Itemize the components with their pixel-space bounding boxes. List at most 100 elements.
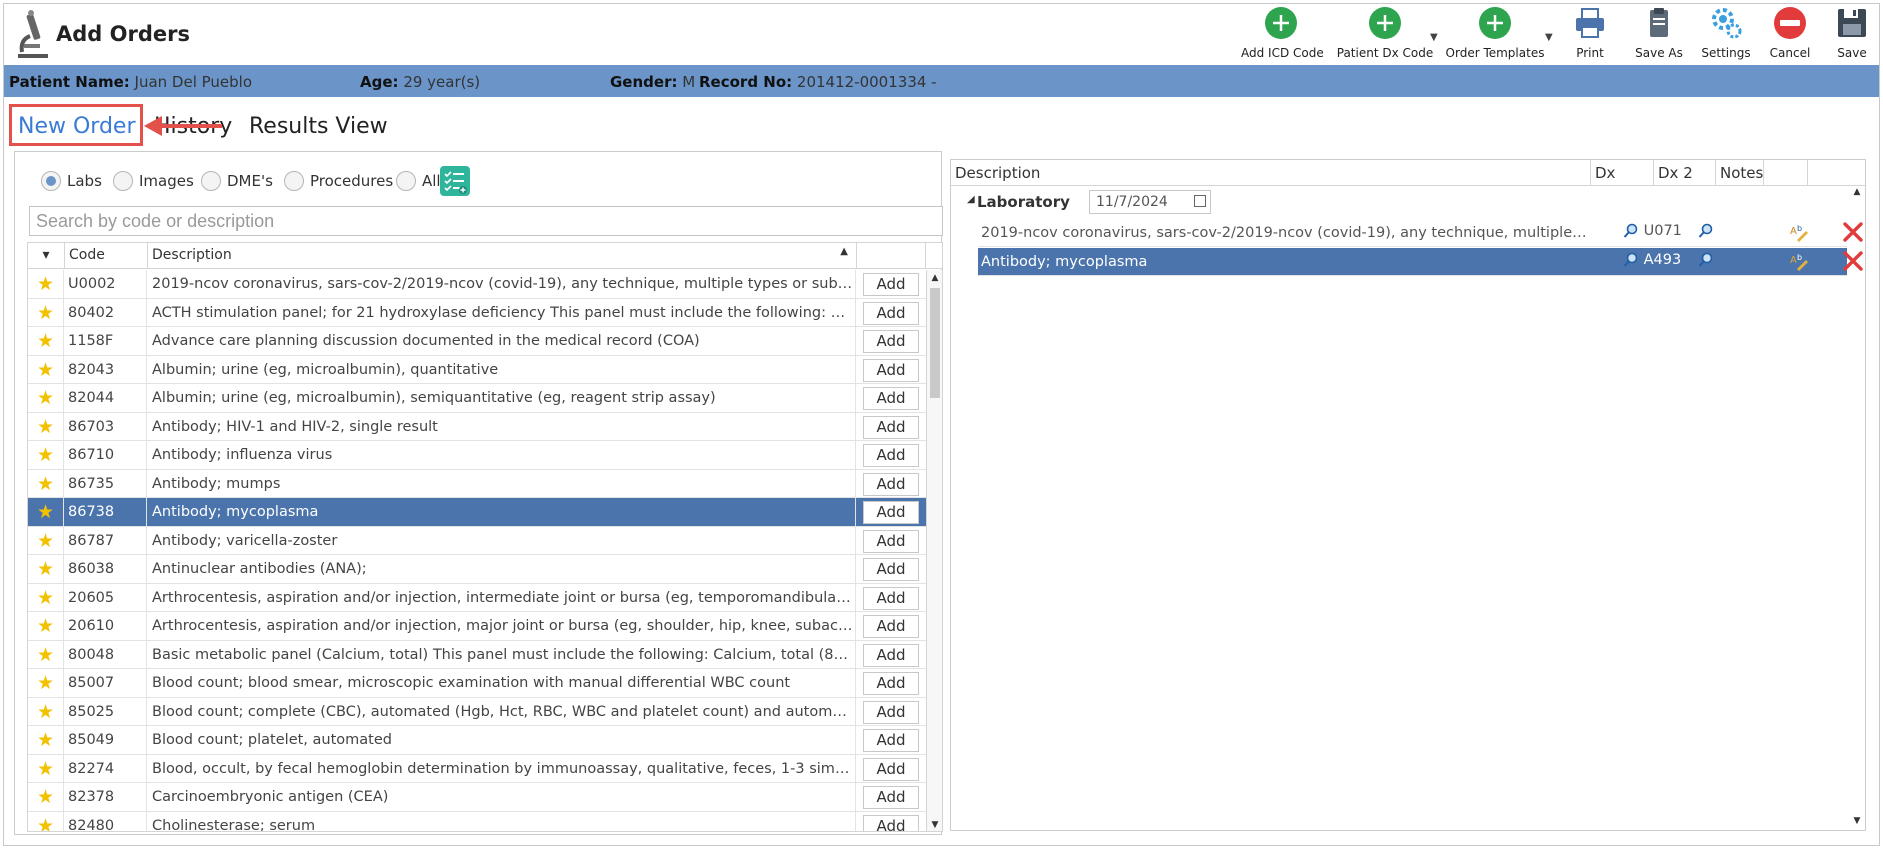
- favorite-star-icon[interactable]: ★: [28, 726, 64, 754]
- laboratory-group-row[interactable]: ◢ Laboratory 11/7/2024: [951, 187, 1847, 217]
- add-button[interactable]: Add: [863, 729, 919, 752]
- grid-scrollbar[interactable]: ▲ ▼: [926, 270, 942, 831]
- save-as-button[interactable]: Save As: [1629, 4, 1689, 60]
- scroll-up-icon[interactable]: ▲: [927, 270, 942, 286]
- favorite-star-icon[interactable]: ★: [28, 783, 64, 811]
- favorite-star-icon[interactable]: ★: [28, 298, 64, 326]
- patient-dx-dropdown-caret[interactable]: ▼: [1430, 32, 1438, 43]
- table-row[interactable]: ★ 85007 Blood count; blood smear, microsco…: [28, 669, 926, 698]
- filter-dmes-radio[interactable]: DME's: [201, 171, 273, 191]
- table-row[interactable]: ★ 80048 Basic metabolic panel (Calcium, to…: [28, 640, 926, 669]
- notes-button[interactable]: Ab: [1788, 250, 1810, 276]
- favorite-star-icon[interactable]: ★: [28, 412, 64, 440]
- add-button[interactable]: Add: [863, 472, 919, 496]
- add-button[interactable]: Add: [863, 558, 919, 581]
- dx-lookup[interactable]: U071: [1623, 223, 1682, 239]
- scroll-down-icon[interactable]: ▼: [927, 817, 942, 831]
- favorite-star-icon[interactable]: ★: [28, 612, 64, 640]
- add-button[interactable]: Add: [863, 358, 919, 382]
- table-row[interactable]: ★ 86787 Antibody; varicella-zoster Add: [28, 526, 926, 555]
- scroll-thumb[interactable]: [930, 288, 940, 398]
- favorite-star-icon[interactable]: ★: [28, 441, 64, 469]
- cancel-button[interactable]: Cancel: [1764, 4, 1816, 60]
- table-row[interactable]: ★ U0002 2019-ncov coronavirus, sars-cov-2/…: [28, 270, 926, 299]
- favorite-star-icon[interactable]: ★: [28, 355, 64, 383]
- orders-scrollbar[interactable]: ▲ ▼: [1849, 187, 1865, 830]
- favorite-star-icon[interactable]: ★: [28, 754, 64, 782]
- table-row[interactable]: ★ 82378 Carcinoembryonic antigen (CEA) Add: [28, 783, 926, 812]
- table-row[interactable]: ★ 82274 Blood, occult, by fecal hemoglobin…: [28, 754, 926, 783]
- favorite-star-icon[interactable]: ★: [28, 555, 64, 583]
- add-button[interactable]: Add: [863, 273, 919, 296]
- sort-dropdown-icon[interactable]: ▾: [28, 243, 65, 269]
- dx2-lookup[interactable]: [1698, 252, 1714, 272]
- table-row[interactable]: ★ 85049 Blood count; platelet, automated Ad…: [28, 726, 926, 755]
- table-row[interactable]: ★ 20610 Arthrocentesis, aspiration and/or …: [28, 612, 926, 641]
- order-item-row[interactable]: 2019-ncov coronavirus, sars-cov-2/2019-n…: [978, 219, 1863, 247]
- order-date-picker[interactable]: 11/7/2024: [1089, 190, 1211, 214]
- favorite-star-icon[interactable]: ★: [28, 327, 64, 355]
- favorite-star-icon[interactable]: ★: [28, 498, 64, 526]
- favorite-star-icon[interactable]: ★: [28, 669, 64, 697]
- table-row[interactable]: ★ 82480 Cholinesterase; serum Add: [28, 811, 926, 831]
- order-item-row-selected[interactable]: Antibody; mycoplasma A493 Ab: [978, 248, 1863, 276]
- add-button[interactable]: Add: [863, 672, 919, 695]
- filter-all-radio[interactable]: All: [396, 171, 441, 191]
- scroll-down-icon[interactable]: ▼: [1849, 816, 1865, 830]
- collapse-caret-icon[interactable]: ◢: [967, 194, 975, 205]
- save-button[interactable]: Save: [1830, 4, 1874, 60]
- add-button[interactable]: Add: [863, 757, 919, 781]
- favorite-star-icon[interactable]: ★: [28, 384, 64, 412]
- table-row[interactable]: ★ 1158F Advance care planning discussion d…: [28, 327, 926, 356]
- add-button[interactable]: Add: [863, 615, 919, 638]
- column-header-dx2[interactable]: Dx 2: [1654, 160, 1716, 186]
- checklist-add-button[interactable]: [440, 166, 470, 196]
- favorite-star-icon[interactable]: ★: [28, 811, 64, 831]
- dx2-lookup[interactable]: [1698, 223, 1714, 243]
- favorite-star-icon[interactable]: ★: [28, 270, 64, 298]
- tab-results-view[interactable]: Results View: [249, 114, 388, 139]
- add-button[interactable]: Add: [863, 586, 919, 610]
- add-button[interactable]: Add: [863, 444, 919, 467]
- column-header-dx[interactable]: Dx: [1591, 160, 1654, 186]
- search-input[interactable]: [29, 206, 943, 236]
- add-button[interactable]: Add: [863, 301, 919, 325]
- calendar-icon[interactable]: [1194, 195, 1206, 207]
- table-row[interactable]: ★ 82044 Albumin; urine (eg, microalbumin),…: [28, 384, 926, 413]
- patient-dx-code-button[interactable]: Patient Dx Code: [1335, 4, 1435, 60]
- table-row[interactable]: ★ 80402 ACTH stimulation panel; for 21 hyd…: [28, 298, 926, 327]
- table-row[interactable]: ★ 85025 Blood count; complete (CBC), autom…: [28, 697, 926, 726]
- add-button[interactable]: Add: [863, 415, 919, 439]
- order-templates-button[interactable]: Order Templates: [1445, 4, 1545, 60]
- add-button[interactable]: Add: [863, 330, 919, 353]
- table-row[interactable]: ★ 20605 Arthrocentesis, aspiration and/or …: [28, 583, 926, 612]
- favorite-star-icon[interactable]: ★: [28, 583, 64, 611]
- column-header-description[interactable]: Description ▲: [148, 243, 857, 269]
- scroll-up-icon[interactable]: ▲: [1849, 187, 1865, 201]
- table-row[interactable]: ★ 86710 Antibody; influenza virus Add: [28, 441, 926, 470]
- table-row[interactable]: ★ 86038 Antinuclear antibodies (ANA); Add: [28, 555, 926, 584]
- add-icd-code-button[interactable]: Add ICD Code: [1241, 4, 1324, 60]
- favorite-star-icon[interactable]: ★: [28, 640, 64, 668]
- add-button[interactable]: Add: [863, 387, 919, 410]
- add-button[interactable]: Add: [863, 529, 919, 553]
- favorite-star-icon[interactable]: ★: [28, 697, 64, 725]
- table-row[interactable]: ★ 82043 Albumin; urine (eg, microalbumin),…: [28, 355, 926, 384]
- add-button[interactable]: Add: [863, 643, 919, 667]
- add-button[interactable]: Add: [863, 501, 919, 524]
- filter-procedures-radio[interactable]: Procedures: [284, 171, 393, 191]
- column-header-notes[interactable]: Notes: [1716, 160, 1764, 186]
- filter-images-radio[interactable]: Images: [113, 171, 194, 191]
- table-row[interactable]: ★ 86735 Antibody; mumps Add: [28, 469, 926, 498]
- order-templates-dropdown-caret[interactable]: ▼: [1545, 32, 1553, 43]
- settings-button[interactable]: Settings: [1698, 4, 1754, 60]
- table-row[interactable]: ★ 86703 Antibody; HIV-1 and HIV-2, single …: [28, 412, 926, 441]
- print-button[interactable]: Print: [1565, 4, 1615, 60]
- dx-lookup[interactable]: A493: [1623, 252, 1681, 268]
- notes-button[interactable]: Ab: [1788, 221, 1810, 247]
- favorite-star-icon[interactable]: ★: [28, 469, 64, 497]
- add-button[interactable]: Add: [863, 700, 919, 724]
- column-header-description[interactable]: Description: [951, 160, 1591, 186]
- table-row-selected[interactable]: ★ 86738 Antibody; mycoplasma Add: [28, 498, 926, 527]
- filter-labs-radio[interactable]: Labs: [41, 171, 102, 191]
